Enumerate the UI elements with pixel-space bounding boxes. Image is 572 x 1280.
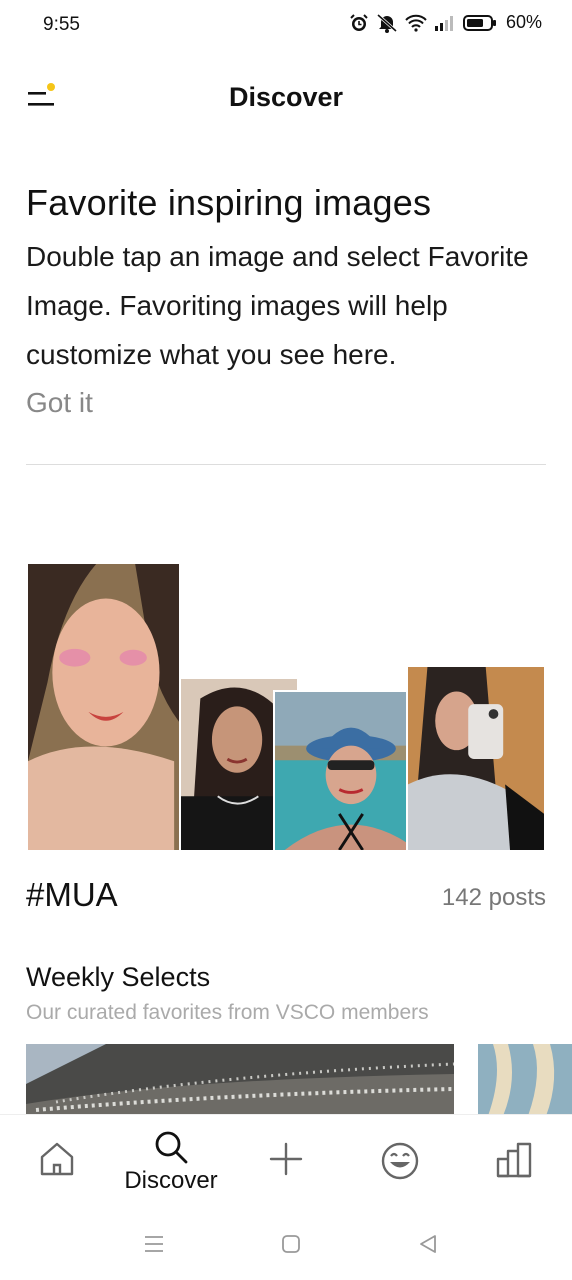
nav-add[interactable] (236, 1141, 336, 1177)
collection-post-count: 142 posts (441, 884, 546, 911)
weekly-selects-carousel[interactable] (26, 1044, 572, 1116)
mua-collection-collage[interactable] (26, 560, 546, 852)
status-icons: 60% (349, 12, 542, 33)
weekly-selects-title: Weekly Selects (26, 962, 211, 992)
collage-photo-4[interactable] (406, 665, 546, 852)
home-button-icon[interactable] (279, 1232, 303, 1261)
back-icon[interactable] (416, 1232, 440, 1261)
divider (26, 464, 546, 465)
nav-discover[interactable]: Discover (121, 1129, 221, 1195)
weekly-selects-section: Weekly Selects Our curated favorites fro… (26, 962, 546, 1025)
signal-icon (434, 14, 456, 32)
status-time: 9:55 (43, 14, 80, 35)
mute-icon (376, 13, 398, 33)
nav-studio[interactable] (350, 1141, 450, 1181)
nav-profile[interactable] (464, 1141, 564, 1179)
battery-percent: 60% (505, 12, 542, 32)
tip-title: Favorite inspiring images (26, 182, 432, 223)
collection-tag[interactable]: #MUA (26, 876, 118, 914)
page-title: Discover (228, 82, 344, 112)
got-it-button[interactable]: Got it (26, 387, 546, 419)
weekly-selects-subtitle: Our curated favorites from VSCO members (26, 1001, 429, 1024)
wifi-icon (405, 14, 427, 32)
home-icon (7, 1141, 107, 1177)
nav-home[interactable] (7, 1141, 107, 1177)
grid-icon (464, 1141, 564, 1179)
weekly-select-card-1[interactable] (26, 1044, 454, 1116)
collage-photo-1[interactable] (26, 562, 181, 852)
nav-discover-label: Discover (124, 1167, 218, 1194)
recent-apps-icon[interactable] (142, 1232, 166, 1261)
smiley-icon (350, 1141, 450, 1181)
bottom-navigation: Discover (0, 1114, 572, 1214)
favorite-tip-card: Favorite inspiring images Double tap an … (26, 182, 546, 419)
collection-info: #MUA 142 posts (26, 874, 546, 918)
system-navigation-bar (0, 1214, 572, 1280)
alarm-icon (349, 13, 369, 33)
weekly-select-card-2[interactable] (478, 1044, 572, 1116)
tip-body: Double tap an image and select Favorite … (26, 241, 529, 370)
header: Discover (0, 66, 572, 130)
battery-icon (462, 14, 497, 32)
search-icon (121, 1129, 221, 1165)
status-bar: 9:55 60% (0, 0, 572, 52)
plus-icon (236, 1141, 336, 1177)
